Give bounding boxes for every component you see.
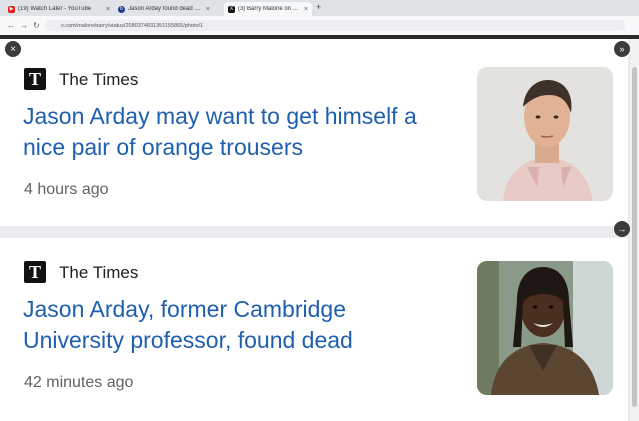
new-tab-button[interactable]: +: [316, 2, 321, 12]
portrait-man-locs-jacket-image: [477, 261, 613, 395]
url-text: x.com/malonebarry/status/208037483135115…: [61, 22, 204, 29]
article-thumbnail[interactable]: [477, 67, 613, 201]
news-card[interactable]: T The Times Jason Arday, former Cambridg…: [0, 238, 628, 421]
headline-line: University professor, found dead: [23, 327, 353, 353]
tab-label: Jason Arday found dead after ...: [128, 6, 203, 12]
address-bar-row: ← → ↻ x.com/malonebarry/status/208037483…: [0, 16, 639, 36]
headline-line: Jason Arday may want to get himself a: [23, 103, 417, 129]
tab-close-icon[interactable]: ×: [304, 6, 308, 13]
tab-news[interactable]: b Jason Arday found dead after ... ×: [114, 2, 214, 16]
scrollbar-thumb[interactable]: [632, 67, 637, 407]
headline[interactable]: Jason Arday may want to get himself a ni…: [23, 101, 417, 163]
publisher-name: The Times: [59, 70, 139, 89]
tab-label: (3) Barry Malone on X: "Two w...: [238, 6, 301, 12]
article-thumbnail[interactable]: [477, 261, 613, 395]
times-logo: T: [24, 261, 46, 283]
youtube-icon: ▶: [8, 5, 15, 13]
photo-viewer: T The Times Jason Arday may want to get …: [0, 39, 639, 421]
timestamp: 4 hours ago: [24, 181, 109, 198]
headline-line: nice pair of orange trousers: [23, 134, 303, 160]
tab-youtube[interactable]: ▶ (19) Watch Later - YouTube ×: [4, 2, 114, 16]
timestamp: 42 minutes ago: [24, 374, 134, 391]
forward-icon[interactable]: →: [20, 21, 28, 30]
scrollbar[interactable]: [630, 39, 639, 421]
url-field[interactable]: x.com/malonebarry/status/208037483135115…: [45, 20, 625, 31]
close-icon[interactable]: ×: [5, 41, 21, 57]
tab-close-icon[interactable]: ×: [106, 6, 110, 13]
reload-icon[interactable]: ↻: [33, 21, 40, 30]
news-card[interactable]: T The Times Jason Arday may want to get …: [0, 39, 628, 226]
tab-label: (19) Watch Later - YouTube: [18, 6, 92, 12]
next-photo-icon[interactable]: →: [614, 221, 630, 237]
times-logo: T: [24, 68, 46, 90]
headline[interactable]: Jason Arday, former Cambridge University…: [23, 294, 353, 356]
headline-line: Jason Arday, former Cambridge: [23, 296, 346, 322]
back-icon[interactable]: ←: [7, 21, 15, 30]
x-logo-icon: X: [228, 5, 235, 13]
publisher-name: The Times: [59, 263, 139, 282]
tab-close-icon[interactable]: ×: [206, 6, 210, 13]
expand-panel-icon[interactable]: »: [614, 41, 630, 57]
tab-x-post[interactable]: X (3) Barry Malone on X: "Two w... ×: [224, 2, 312, 16]
portrait-man-pink-shirt-image: [477, 67, 613, 201]
browser-tab-strip: ▶ (19) Watch Later - YouTube × b Jason A…: [0, 0, 639, 16]
news-icon: b: [118, 5, 125, 13]
